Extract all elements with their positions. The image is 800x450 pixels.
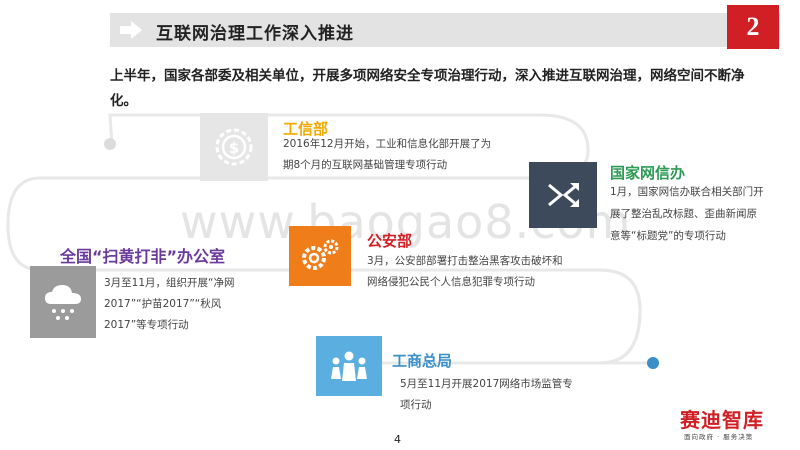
anti-porn-text-line-3: 2017”等专项行动: [104, 319, 189, 331]
cac-text-line-1: 1月，国家网信办联合相关部门开: [610, 186, 764, 198]
cac-title: 国家网信办: [610, 164, 686, 182]
timeline-start-dot: [104, 138, 116, 150]
anti-porn-title: 全国“扫黄打非”办公室: [60, 247, 226, 266]
svg-text:$: $: [229, 139, 239, 157]
timeline-end-dot: [647, 357, 659, 369]
saic-icon-box: [316, 336, 382, 396]
cac-text-line-3: 意等“标题党”的专项行动: [610, 230, 726, 242]
anti-porn-icon-box: [30, 266, 96, 338]
police-title: 公安部: [367, 232, 413, 250]
family-people-icon: [331, 351, 367, 381]
police-text-line-1: 3月，公安部部署打击整治黑客攻击破坏和: [367, 255, 563, 267]
coin-gear-icon: $: [215, 128, 253, 166]
miit-icon-box: $: [200, 113, 268, 181]
shuffle-icon: [548, 183, 579, 207]
police-text-line-2: 网络侵犯公民个人信息犯罪专项行动: [367, 276, 535, 288]
logo-slogan: 面向政府 · 服务决策: [684, 433, 754, 441]
page-number: 4: [394, 433, 401, 446]
rain-cloud-icon: [45, 285, 81, 320]
saic-text-line-1: 5月至11月开展2017网络市场监管专: [400, 378, 573, 390]
gears-icon: [302, 239, 339, 270]
saic-title: 工商总局: [392, 352, 453, 370]
anti-porn-text-line-2: 2017”“护苗2017”“秋风: [104, 298, 222, 310]
logo-text: 赛迪智库: [680, 408, 764, 432]
cac-icon-box: [529, 162, 597, 228]
miit-text-line-1: 2016年12月开始，工业和信息化部开展了为: [283, 138, 492, 150]
cac-text-line-2: 展了整治乱改标题、歪曲新闻原: [610, 208, 757, 220]
police-icon-box: [289, 226, 351, 286]
anti-porn-text-line-1: 3月至11月，组织开展“净网: [104, 277, 235, 289]
miit-text-line-2: 期8个月的互联网基础管理专项行动: [283, 159, 448, 171]
saic-text-line-2: 项行动: [400, 399, 432, 411]
